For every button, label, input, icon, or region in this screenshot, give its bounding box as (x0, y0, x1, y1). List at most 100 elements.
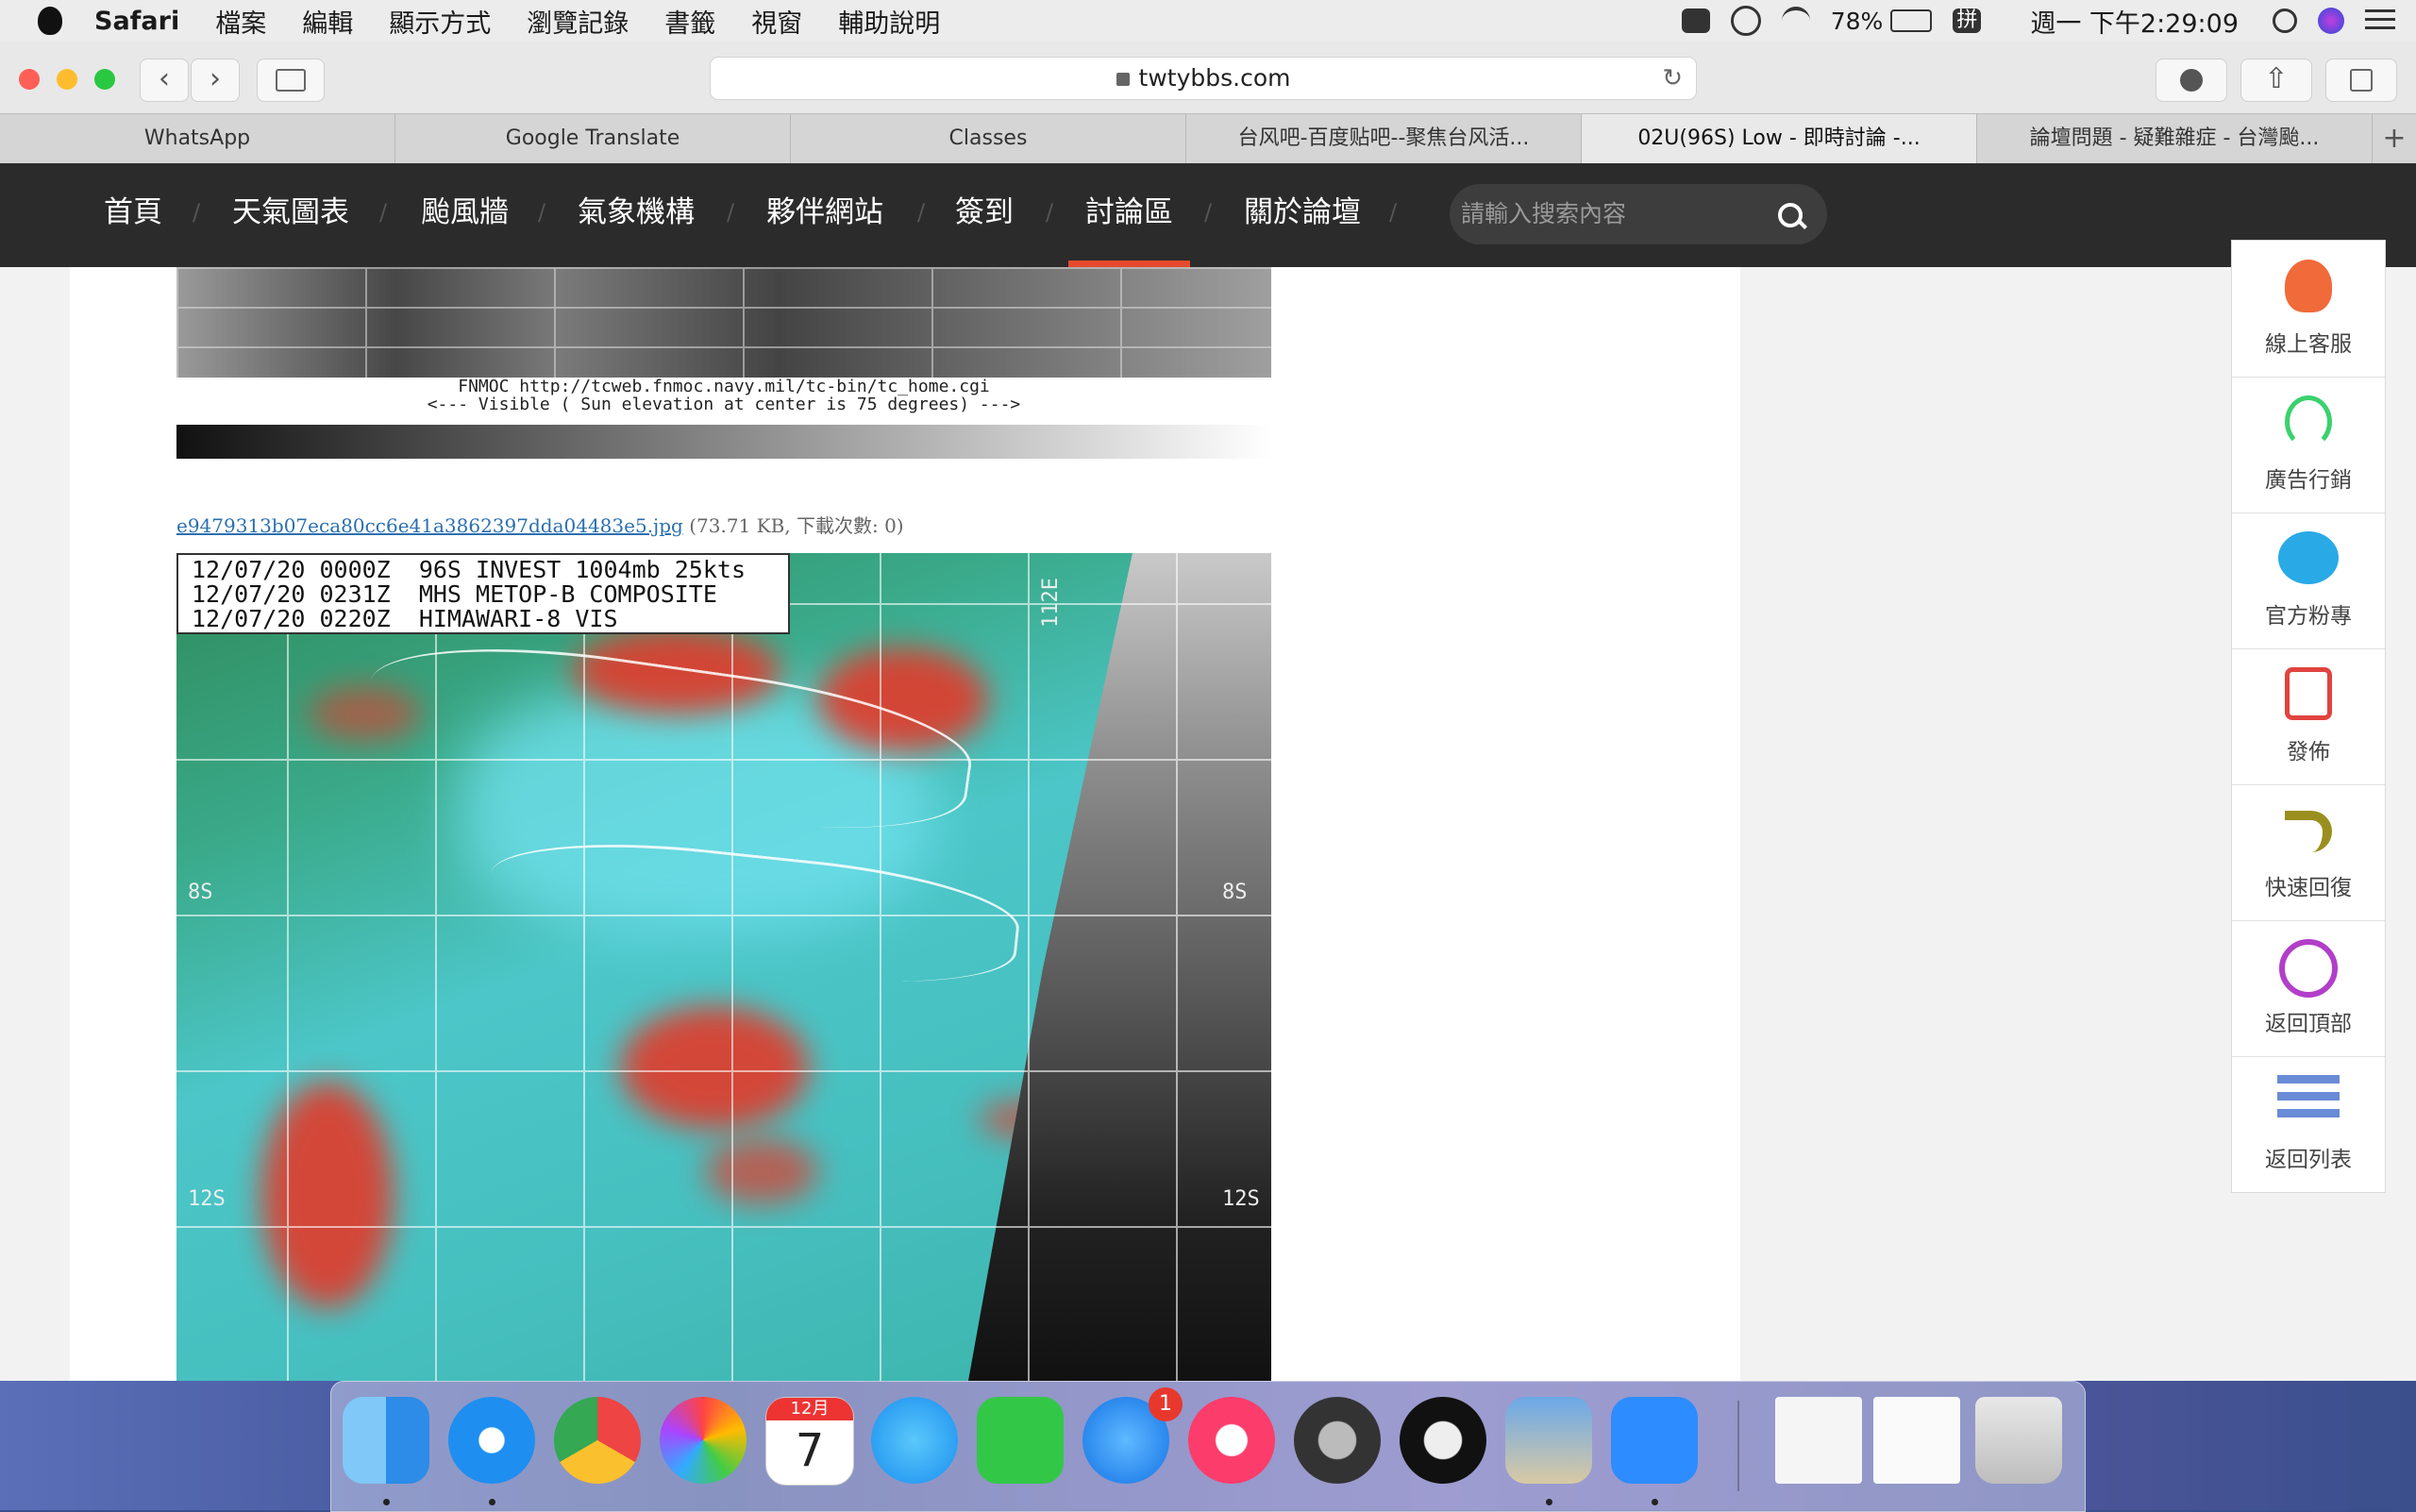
sidepanel-label: 發佈 (2287, 740, 2330, 764)
menu-history[interactable]: 瀏覽記錄 (527, 3, 629, 40)
apple-icon[interactable] (38, 7, 62, 35)
nav-separator: / (1046, 199, 1054, 226)
sidepanel-label: 線上客服 (2265, 332, 2352, 357)
url-text: twtybbs.com (1138, 64, 1291, 92)
obs-icon[interactable] (1400, 1397, 1486, 1484)
itunes-icon[interactable] (1188, 1397, 1275, 1484)
search-icon[interactable] (1778, 203, 1803, 227)
share-icon: ⇧ (2264, 62, 2289, 95)
lat-label-right-12s: 12S (1222, 1187, 1260, 1211)
input-method-icon[interactable]: 拼 (1953, 8, 1982, 33)
reload-icon[interactable]: ↻ (1662, 58, 1683, 99)
battery-icon[interactable] (1890, 9, 1933, 32)
menu-app-name[interactable]: Safari (94, 7, 179, 36)
running-indicator (1652, 1499, 1658, 1505)
sidepanel-quick-reply[interactable]: 快速回復 (2232, 784, 2385, 921)
reply-arrow-icon (2285, 811, 2332, 852)
close-window-button[interactable] (19, 69, 40, 90)
tabs-icon (2350, 68, 2373, 92)
tab-overview-button[interactable] (2325, 59, 2397, 102)
sidebar-toggle-button[interactable] (257, 59, 325, 102)
nav-discussion[interactable]: 討論區 (1068, 163, 1190, 267)
search-input[interactable]: 請輸入搜索內容 (1461, 184, 1626, 244)
menu-help[interactable]: 輔助說明 (838, 3, 940, 40)
menu-clock[interactable]: 週一 下午2:29:09 (2030, 3, 2239, 40)
satellite-image-composite[interactable]: 12/07/20 0000Z 96S INVEST 1004mb 25kts 1… (176, 553, 1271, 1381)
edit-icon (2285, 667, 2332, 720)
floating-side-panel: 線上客服 廣告行銷 官方粉專 發佈 快速回復 返回頂部 返回列表 (2231, 240, 2386, 1193)
nav-weather-charts[interactable]: 天氣圖表 (232, 163, 349, 267)
sidepanel-publish[interactable]: 發佈 (2232, 648, 2385, 785)
tab-whatsapp[interactable]: WhatsApp (0, 114, 395, 163)
zoom-window-button[interactable] (94, 69, 115, 90)
notification-center-icon[interactable] (2365, 9, 2395, 32)
siri-icon[interactable] (2318, 8, 2344, 34)
creative-cloud-icon[interactable] (1730, 6, 1761, 36)
menu-file[interactable]: 檔案 (215, 3, 266, 40)
lat-label-left-12s: 12S (188, 1187, 226, 1211)
battery-percent: 78% (1830, 7, 1884, 35)
zoom-icon[interactable] (1611, 1397, 1698, 1484)
finder-icon[interactable] (343, 1397, 429, 1484)
page-body: FNMOC http://tcweb.fnmoc.navy.mil/tc-bin… (0, 267, 2416, 1381)
spreadsheet-stack-icon[interactable] (1873, 1397, 1960, 1484)
caption-line-2: <--- Visible ( Sun elevation at center i… (427, 395, 1021, 414)
photos-icon[interactable] (660, 1397, 747, 1484)
messages-icon[interactable] (871, 1397, 958, 1484)
nav-weather-agencies[interactable]: 氣象機構 (578, 163, 695, 267)
menu-bookmarks[interactable]: 書籤 (664, 3, 715, 40)
chrome-icon[interactable] (554, 1397, 641, 1484)
safari-icon[interactable] (448, 1397, 535, 1484)
image-header-box: 12/07/20 0000Z 96S INVEST 1004mb 25kts 1… (176, 553, 790, 634)
list-icon (2277, 1075, 2340, 1122)
site-search[interactable]: 請輸入搜索內容 (1450, 184, 1827, 244)
menu-edit[interactable]: 編輯 (302, 3, 353, 40)
downloads-button[interactable] (2156, 59, 2227, 102)
image-gridlines (176, 267, 1271, 378)
forward-button[interactable]: › (191, 59, 240, 102)
menu-window[interactable]: 視窗 (751, 3, 802, 40)
share-button[interactable]: ⇧ (2240, 59, 2312, 102)
attachment-link[interactable]: e9479313b07eca80cc6e41a3862397dda04483e5… (176, 514, 683, 537)
tab-forum-questions[interactable]: 論壇問題 - 疑難雜症 - 台灣颱... (1977, 114, 2373, 163)
wifi-icon[interactable] (1781, 7, 1810, 35)
tab-current-discussion[interactable]: 02U(96S) Low - 即時討論 -... (1582, 114, 1977, 163)
system-preferences-icon[interactable] (1294, 1397, 1381, 1484)
menu-bar: Safari 檔案 編輯 顯示方式 瀏覽記錄 書籤 視窗 輔助說明 78% 拼 … (0, 0, 2416, 42)
sidepanel-label: 返回列表 (2265, 1148, 2352, 1172)
new-tab-button[interactable]: + (2373, 114, 2416, 163)
nav-checkin[interactable]: 簽到 (955, 163, 1014, 267)
minimize-window-button[interactable] (57, 69, 77, 90)
tab-baidu-typhoon[interactable]: 台风吧-百度贴吧--聚焦台风活... (1186, 114, 1582, 163)
nav-partner-sites[interactable]: 夥伴網站 (766, 163, 883, 267)
sidepanel-label: 官方粉專 (2265, 604, 2352, 629)
browser-toolbar: ‹ › twtybbs.com ↻ ⇧ (0, 42, 2416, 113)
facetime-icon[interactable] (977, 1397, 1064, 1484)
nav-typhoon-wall[interactable]: 颱風牆 (421, 163, 509, 267)
sidepanel-back-to-list[interactable]: 返回列表 (2232, 1056, 2385, 1192)
nav-separator: / (1389, 199, 1398, 226)
sidepanel-online-service[interactable]: 線上客服 (2232, 241, 2385, 378)
tab-classes[interactable]: Classes (791, 114, 1186, 163)
satellite-image-visible[interactable] (176, 267, 1271, 378)
menu-view[interactable]: 顯示方式 (389, 3, 491, 40)
calendar-icon[interactable]: 12月 7 (765, 1397, 854, 1486)
document-stack-icon[interactable] (1775, 1397, 1862, 1484)
back-button[interactable]: ‹ (140, 59, 189, 102)
sidepanel-official-fanpage[interactable]: 官方粉專 (2232, 512, 2385, 649)
zoom-status-icon[interactable] (1681, 8, 1710, 33)
preview-icon[interactable] (1505, 1397, 1592, 1484)
nav-home[interactable]: 首頁 (104, 163, 162, 267)
trash-icon[interactable] (1975, 1397, 2062, 1484)
satellite-image-caption: FNMOC http://tcweb.fnmoc.navy.mil/tc-bin… (176, 378, 1271, 425)
lat-label-left-8s: 8S (188, 881, 213, 904)
address-bar[interactable]: twtybbs.com ↻ (710, 57, 1697, 100)
chat-bubbles-icon (2278, 531, 2339, 584)
spotlight-icon[interactable] (2273, 8, 2297, 33)
dock-divider (1737, 1401, 1739, 1491)
tab-google-translate[interactable]: Google Translate (395, 114, 791, 163)
sidepanel-back-to-top[interactable]: 返回頂部 (2232, 920, 2385, 1057)
nav-about[interactable]: 關於論壇 (1244, 163, 1361, 267)
up-circle-icon (2279, 939, 2338, 998)
sidepanel-advertising[interactable]: 廣告行銷 (2232, 377, 2385, 513)
